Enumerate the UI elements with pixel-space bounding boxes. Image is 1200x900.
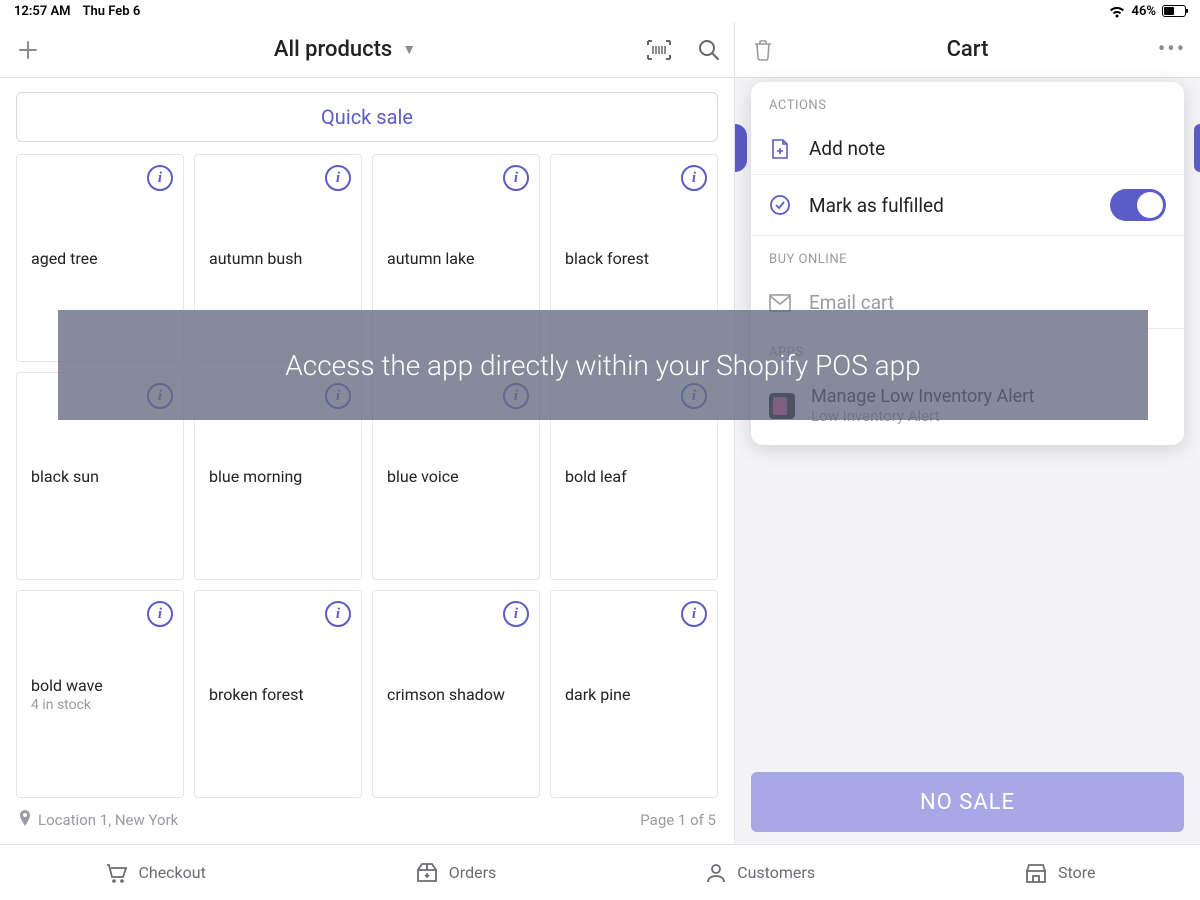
- tab-store[interactable]: Store: [1024, 862, 1095, 884]
- product-name: bold wave: [17, 676, 117, 695]
- info-icon[interactable]: i: [325, 165, 351, 191]
- add-button[interactable]: [0, 22, 56, 78]
- product-name: aged tree: [17, 249, 112, 268]
- product-name: bold leaf: [551, 467, 641, 486]
- add-note-button[interactable]: Add note: [751, 123, 1184, 175]
- product-name: blue morning: [195, 467, 316, 486]
- product-name: broken forest: [195, 685, 318, 704]
- info-icon[interactable]: i: [325, 601, 351, 627]
- product-grid: i aged tree i autumn bush i autumn lake i bl…: [0, 154, 734, 798]
- mark-fulfilled-row[interactable]: Mark as fulfilled: [751, 175, 1184, 235]
- no-sale-button[interactable]: NO SALE: [751, 772, 1184, 832]
- tab-customers[interactable]: Customers: [705, 862, 815, 884]
- cart-pill-peek: [735, 124, 747, 172]
- info-icon[interactable]: i: [147, 165, 173, 191]
- status-date: Thu Feb 6: [83, 4, 141, 19]
- cart-pane: ACTIONS Add note Mark as fulfilled BUY O…: [735, 78, 1200, 844]
- page-indicator: Page 1 of 5: [640, 811, 716, 829]
- product-name: autumn bush: [195, 249, 316, 268]
- search-button[interactable]: [684, 22, 734, 78]
- tab-label: Orders: [449, 863, 496, 882]
- wifi-icon: [1108, 5, 1126, 18]
- location-indicator[interactable]: Location 1, New York: [18, 810, 178, 830]
- mark-fulfilled-label: Mark as fulfilled: [809, 194, 944, 217]
- tab-checkout[interactable]: Checkout: [104, 862, 205, 884]
- tab-label: Checkout: [138, 863, 205, 882]
- section-label-actions: ACTIONS: [751, 82, 1184, 123]
- tab-label: Store: [1058, 863, 1095, 882]
- products-filter-dropdown[interactable]: All products ▼: [56, 37, 634, 62]
- info-icon[interactable]: i: [503, 601, 529, 627]
- tab-orders[interactable]: Orders: [415, 862, 496, 884]
- products-filter-label: All products: [274, 37, 392, 62]
- product-name: black sun: [17, 467, 113, 486]
- status-bar: 12:57 AM Thu Feb 6 46%: [0, 0, 1200, 22]
- quick-sale-button[interactable]: Quick sale: [16, 92, 718, 142]
- check-circle-icon: [769, 194, 791, 216]
- bottom-tab-bar: Checkout Orders Customers Store: [0, 844, 1200, 900]
- product-tile[interactable]: i broken forest: [194, 590, 362, 798]
- info-icon[interactable]: i: [147, 601, 173, 627]
- info-icon[interactable]: i: [681, 601, 707, 627]
- tab-label: Customers: [737, 863, 815, 882]
- location-pin-icon: [18, 810, 32, 830]
- products-footer: Location 1, New York Page 1 of 5: [0, 800, 734, 844]
- barcode-scan-button[interactable]: [634, 22, 684, 78]
- cart-title: Cart: [791, 37, 1144, 62]
- product-name: crimson shadow: [373, 685, 519, 704]
- mark-fulfilled-toggle[interactable]: [1110, 189, 1166, 221]
- product-name: autumn lake: [373, 249, 488, 268]
- clear-cart-button[interactable]: [735, 22, 791, 78]
- status-time: 12:57 AM: [14, 4, 71, 19]
- product-name: black forest: [551, 249, 663, 268]
- product-tile[interactable]: i bold wave 4 in stock: [16, 590, 184, 798]
- cart-pill-peek: [1194, 124, 1200, 172]
- cart-icon: [104, 862, 128, 884]
- note-add-icon: [769, 138, 791, 160]
- app-header: All products ▼ Cart •••: [0, 22, 1200, 78]
- product-stock: 4 in stock: [17, 697, 117, 713]
- cart-more-button[interactable]: •••: [1144, 22, 1200, 78]
- promo-overlay-banner: Access the app directly within your Shop…: [58, 310, 1148, 420]
- inbox-icon: [415, 862, 439, 884]
- product-name: blue voice: [373, 467, 473, 486]
- person-icon: [705, 862, 727, 884]
- info-icon[interactable]: i: [503, 165, 529, 191]
- chevron-down-icon: ▼: [402, 41, 416, 58]
- store-icon: [1024, 862, 1048, 884]
- battery-icon: [1162, 5, 1186, 17]
- battery-percent: 46%: [1132, 4, 1156, 19]
- section-label-buy-online: BUY ONLINE: [751, 236, 1184, 277]
- product-tile[interactable]: i dark pine: [550, 590, 718, 798]
- products-pane: Quick sale i aged tree i autumn bush i autu…: [0, 78, 735, 844]
- info-icon[interactable]: i: [681, 165, 707, 191]
- product-tile[interactable]: i crimson shadow: [372, 590, 540, 798]
- product-name: dark pine: [551, 685, 644, 704]
- location-text: Location 1, New York: [38, 811, 178, 829]
- add-note-label: Add note: [809, 137, 885, 160]
